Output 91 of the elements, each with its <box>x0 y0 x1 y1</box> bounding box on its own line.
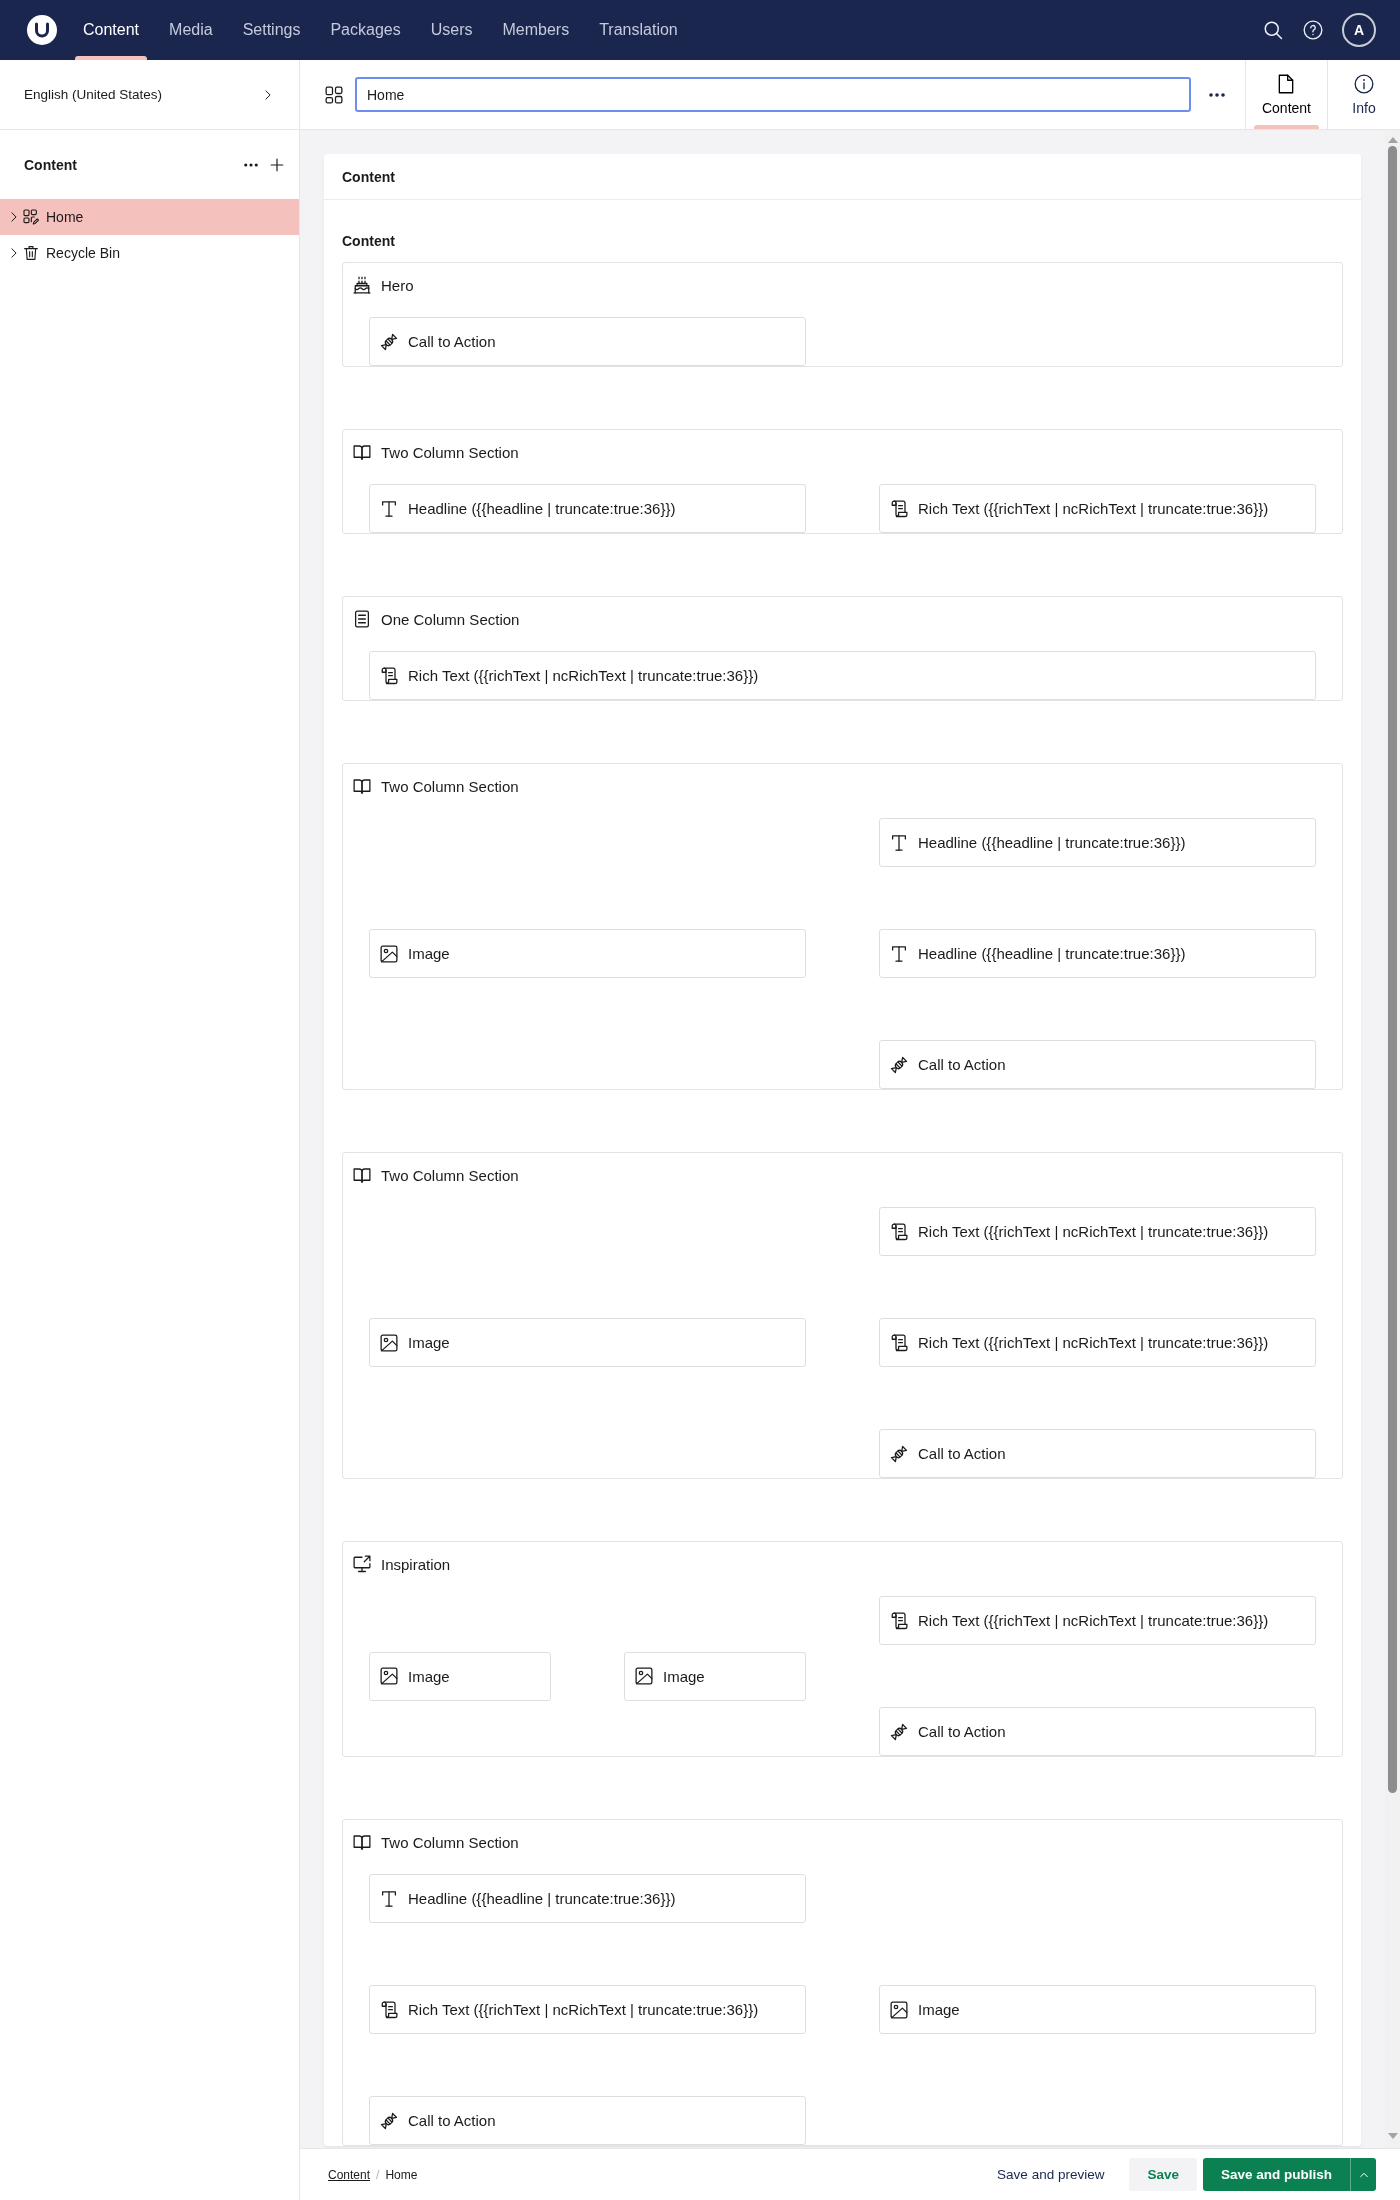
scroll-icon <box>890 1222 908 1241</box>
block-item[interactable]: Image <box>879 1985 1316 2034</box>
block-item[interactable]: Image <box>369 1318 806 1367</box>
view-tab[interactable]: Info <box>1327 60 1400 129</box>
search-icon[interactable] <box>1263 20 1283 40</box>
chevron-right-icon <box>263 88 273 101</box>
breadcrumb-link[interactable]: Content <box>328 2167 371 2182</box>
image-icon <box>380 944 398 963</box>
block-item[interactable]: Image <box>369 1651 551 1701</box>
block-title: Inspiration <box>381 1555 451 1573</box>
block-title: One Column Section <box>381 610 520 628</box>
monitor-icon <box>353 1555 371 1573</box>
scrollbar-thumb[interactable] <box>1388 146 1397 1793</box>
block-item[interactable]: Rich Text ({{richText | ncRichText | truncate:true:36}}) <box>879 1318 1316 1367</box>
nav-tab[interactable]: Settings <box>227 0 316 60</box>
tree-item[interactable]: Home <box>0 199 299 235</box>
image-icon <box>380 1333 398 1352</box>
block-item[interactable]: Rich Text ({{richText | ncRichText | truncate:true:36}}) <box>879 484 1316 533</box>
text-icon <box>380 499 398 518</box>
book-icon <box>353 443 371 461</box>
block-title: Two Column Section <box>381 777 519 795</box>
candy-icon <box>890 1055 908 1074</box>
property-label: Content <box>342 232 396 250</box>
sidebar-title: Content <box>24 156 77 173</box>
block-item[interactable]: Headline ({{headline | truncate:true:36}}) <box>369 1874 806 1923</box>
block-item[interactable]: Rich Text ({{richText | ncRichText | truncate:true:36}}) <box>369 1985 806 2034</box>
nav-tab[interactable]: Media <box>154 0 228 60</box>
plus-icon[interactable] <box>270 157 284 172</box>
trash-icon <box>23 245 39 261</box>
block-item[interactable]: Headline ({{headline | truncate:true:36}}) <box>369 484 806 533</box>
chevron-right-icon[interactable] <box>9 247 19 259</box>
language-selector[interactable]: English (United States) <box>0 60 299 129</box>
block-title: Two Column Section <box>381 1833 519 1851</box>
scroll-icon <box>380 2000 398 2019</box>
view-tab[interactable]: Content <box>1244 60 1327 129</box>
block-item[interactable]: Rich Text ({{richText | ncRichText | truncate:true:36}}) <box>879 1207 1316 1256</box>
breadcrumb-separator: / <box>376 2167 380 2182</box>
scroll-icon <box>890 1333 908 1352</box>
preview-button[interactable]: Save and preview <box>983 2158 1119 2191</box>
nav-tab[interactable]: Translation <box>584 0 693 60</box>
chevron-right-icon[interactable] <box>9 211 19 223</box>
image-icon <box>635 1667 653 1685</box>
nav-tab[interactable]: Packages <box>315 0 416 60</box>
help-icon[interactable] <box>1303 20 1323 40</box>
save-button[interactable]: Save <box>1129 2158 1197 2191</box>
candy-icon <box>890 1722 908 1741</box>
block-item[interactable]: Call to Action <box>879 1040 1316 1089</box>
grid-icon[interactable] <box>325 85 343 104</box>
info-icon <box>1354 73 1374 94</box>
block-item[interactable]: Call to Action <box>879 1707 1316 1756</box>
block-item[interactable]: Call to Action <box>369 2096 806 2145</box>
text-icon <box>890 944 908 963</box>
block-title: Two Column Section <box>381 1166 519 1184</box>
more-icon[interactable] <box>1208 92 1225 97</box>
scroll-icon <box>890 1611 908 1630</box>
candy-icon <box>380 2111 398 2130</box>
document-lines-icon <box>353 610 371 628</box>
image-icon <box>380 1667 398 1685</box>
block-item[interactable]: Image <box>624 1651 806 1701</box>
block-item[interactable]: Rich Text ({{richText | ncRichText | truncate:true:36}}) <box>369 651 1316 700</box>
image-icon <box>890 2000 908 2019</box>
scroll-icon <box>890 499 908 518</box>
block-item[interactable]: Headline ({{headline | truncate:true:36}}) <box>879 818 1316 867</box>
text-icon <box>890 833 908 852</box>
grid-pencil-icon <box>23 209 39 225</box>
breadcrumb-current: Home <box>385 2167 418 2182</box>
name-field[interactable]: Home <box>355 77 1191 112</box>
avatar-button[interactable]: A <box>1342 13 1376 47</box>
block-item[interactable]: Call to Action <box>879 1429 1316 1478</box>
block-item[interactable]: Image <box>369 929 806 978</box>
book-icon <box>353 1166 371 1184</box>
nav-tab[interactable]: Users <box>415 0 488 60</box>
nav-tab[interactable]: Content <box>68 0 155 60</box>
block-title: Hero <box>381 276 414 294</box>
book-icon <box>353 1833 371 1851</box>
candy-icon <box>380 332 398 351</box>
block-item[interactable]: Call to Action <box>369 317 806 366</box>
cake-icon <box>353 276 371 294</box>
block-item[interactable]: Headline ({{headline | truncate:true:36}}) <box>879 929 1316 978</box>
block-title: Two Column Section <box>381 443 519 461</box>
candy-icon <box>890 1444 908 1463</box>
tree-item[interactable]: Recycle Bin <box>0 235 299 271</box>
logo-icon[interactable] <box>27 15 57 45</box>
nav-tab[interactable]: Members <box>487 0 585 60</box>
publish-button[interactable]: Save and publish <box>1202 2158 1350 2191</box>
more-icon[interactable] <box>244 162 258 167</box>
text-icon <box>380 1889 398 1908</box>
scroll-icon <box>380 666 398 685</box>
book-icon <box>353 777 371 795</box>
block-item[interactable]: Rich Text ({{richText | ncRichText | truncate:true:36}}) <box>879 1596 1316 1645</box>
group-title: Content <box>342 168 395 185</box>
